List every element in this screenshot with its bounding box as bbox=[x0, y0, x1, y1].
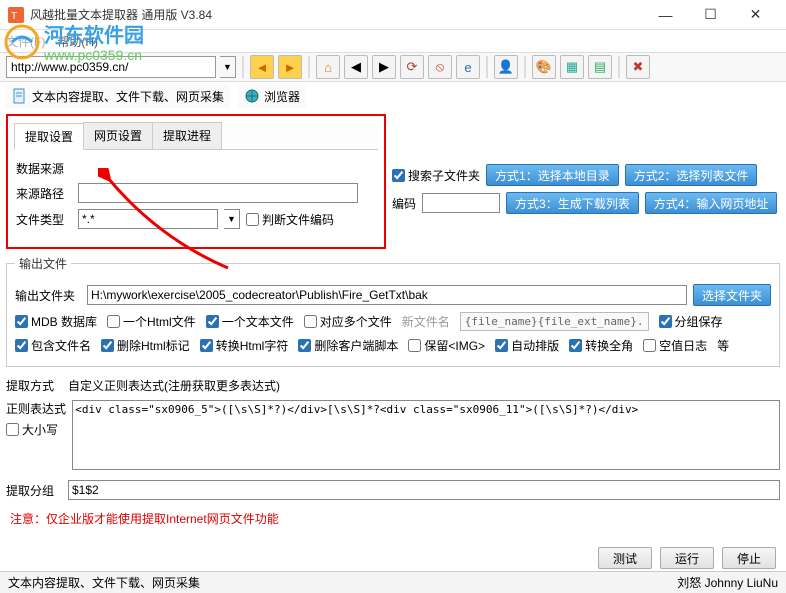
menubar: 文件(F) 帮助(H) bbox=[0, 30, 786, 52]
minimize-button[interactable]: — bbox=[643, 0, 688, 30]
chk-incname[interactable]: 包含文件名 bbox=[15, 337, 91, 354]
output-folder-input[interactable] bbox=[87, 285, 687, 305]
chk-onehtml[interactable]: 一个Html文件 bbox=[107, 313, 196, 330]
chk-more: 等 bbox=[717, 337, 729, 354]
admin-icon[interactable]: 👤 bbox=[494, 55, 518, 79]
prev-icon[interactable]: ◀ bbox=[344, 55, 368, 79]
output-folder-label: 输出文件夹 bbox=[15, 287, 81, 304]
go-fwd-icon[interactable]: ► bbox=[278, 55, 302, 79]
svg-text:T: T bbox=[11, 11, 17, 22]
source-path-input[interactable] bbox=[78, 183, 358, 203]
chk-delscript[interactable]: 删除客户端脚本 bbox=[298, 337, 398, 354]
chk-blankdate[interactable]: 空值日志 bbox=[643, 337, 707, 354]
tab-extract-settings[interactable]: 提取设置 bbox=[14, 123, 84, 150]
titlebar: T 风越批量文本提取器 通用版 V3.84 — ☐ ✕ bbox=[0, 0, 786, 30]
chk-keepimg[interactable]: 保留<IMG> bbox=[408, 337, 485, 354]
subtab-main-label: 文本内容提取、文件下载、网页采集 bbox=[32, 88, 224, 105]
enterprise-note: 注意：仅企业版才能使用提取Internet网页文件功能 bbox=[6, 510, 780, 527]
stop-icon[interactable]: ⦸ bbox=[428, 55, 452, 79]
regex-label: 正则表达式 bbox=[6, 400, 66, 417]
run-button[interactable]: 运行 bbox=[660, 547, 714, 569]
highlight-box: 提取设置 网页设置 提取进程 数据来源 来源路径 文件类型 ▼ 判断文件编码 bbox=[6, 114, 386, 249]
chk-deltag[interactable]: 删除Html标记 bbox=[101, 337, 190, 354]
url-dropdown[interactable]: ▼ bbox=[220, 56, 236, 78]
tool2-icon[interactable]: ▤ bbox=[588, 55, 612, 79]
choose-folder-button[interactable]: 选择文件夹 bbox=[693, 284, 771, 306]
tab-web-settings[interactable]: 网页设置 bbox=[83, 122, 153, 149]
subtab-main[interactable]: 文本内容提取、文件下载、网页采集 bbox=[6, 85, 230, 108]
delete-icon[interactable]: ✖ bbox=[626, 55, 650, 79]
file-type-label: 文件类型 bbox=[16, 211, 72, 228]
inner-tabs: 提取设置 网页设置 提取进程 bbox=[14, 122, 378, 150]
mode1-button[interactable]: 方式1：选择本地目录 bbox=[486, 164, 619, 186]
tool1-icon[interactable]: ▦ bbox=[560, 55, 584, 79]
app-icon: T bbox=[8, 7, 24, 23]
chk-onetxt[interactable]: 一个文本文件 bbox=[206, 313, 294, 330]
chk-mdb[interactable]: MDB 数据库 bbox=[15, 313, 97, 330]
go-back-icon[interactable]: ◄ bbox=[250, 55, 274, 79]
mode3-button[interactable]: 方式3：生成下载列表 bbox=[506, 192, 639, 214]
file-type-dropdown[interactable]: ▼ bbox=[224, 209, 240, 229]
menu-help[interactable]: 帮助(H) bbox=[57, 33, 98, 50]
chk-conv[interactable]: 转换Html字符 bbox=[200, 337, 289, 354]
source-path-label: 来源路径 bbox=[16, 185, 72, 202]
palette-icon[interactable]: 🎨 bbox=[532, 55, 556, 79]
stop-button[interactable]: 停止 bbox=[722, 547, 776, 569]
newfile-label: 新文件名 bbox=[402, 313, 450, 330]
doc-icon bbox=[12, 88, 28, 104]
search-subfolder[interactable]: 搜索子文件夹 bbox=[392, 167, 480, 184]
sub-tabbar: 文本内容提取、文件下载、网页采集 浏览器 bbox=[0, 82, 786, 110]
status-left: 文本内容提取、文件下载、网页采集 bbox=[8, 574, 677, 591]
group-input[interactable] bbox=[68, 480, 780, 500]
url-input[interactable] bbox=[6, 56, 216, 78]
home-icon[interactable]: ⌂ bbox=[316, 55, 340, 79]
ie-icon[interactable]: e bbox=[456, 55, 480, 79]
newfile-pattern: {file_name}{file_ext_name}. bbox=[460, 312, 649, 331]
output-fieldset: 输出文件 输出文件夹 选择文件夹 MDB 数据库 一个Html文件 一个文本文件… bbox=[6, 255, 780, 367]
regex-input[interactable] bbox=[72, 400, 780, 470]
window-title: 风越批量文本提取器 通用版 V3.84 bbox=[30, 6, 643, 23]
menu-file[interactable]: 文件(F) bbox=[6, 33, 45, 50]
next-icon[interactable]: ▶ bbox=[372, 55, 396, 79]
subtab-browser-label: 浏览器 bbox=[264, 88, 300, 105]
mode4-button[interactable]: 方式4：输入网页地址 bbox=[645, 192, 778, 214]
chk-group[interactable]: 分组保存 bbox=[659, 313, 723, 330]
test-button[interactable]: 测试 bbox=[598, 547, 652, 569]
chk-case[interactable]: 大小写 bbox=[6, 421, 66, 438]
extract-method-label: 提取方式 bbox=[6, 377, 62, 394]
tab-progress[interactable]: 提取进程 bbox=[152, 122, 222, 149]
check-encoding[interactable]: 判断文件编码 bbox=[246, 211, 334, 228]
encoding-input[interactable] bbox=[422, 193, 500, 213]
maximize-button[interactable]: ☐ bbox=[688, 0, 733, 30]
close-button[interactable]: ✕ bbox=[733, 0, 778, 30]
globe-icon bbox=[244, 88, 260, 104]
toolbar: ▼ ◄ ► ⌂ ◀ ▶ ⟳ ⦸ e 👤 🎨 ▦ ▤ ✖ bbox=[0, 52, 786, 82]
action-bar: 测试 运行 停止 bbox=[598, 547, 776, 569]
mode2-button[interactable]: 方式2：选择列表文件 bbox=[625, 164, 758, 186]
chk-multi[interactable]: 对应多个文件 bbox=[304, 313, 392, 330]
source-legend: 数据来源 bbox=[16, 160, 376, 177]
refresh-icon[interactable]: ⟳ bbox=[400, 55, 424, 79]
extract-method-value: 自定义正则表达式(注册获取更多表达式) bbox=[68, 377, 280, 394]
statusbar: 文本内容提取、文件下载、网页采集 刘怒 Johnny LiuNu bbox=[0, 571, 786, 593]
chk-autolayout[interactable]: 自动排版 bbox=[495, 337, 559, 354]
status-right: 刘怒 Johnny LiuNu bbox=[677, 574, 778, 591]
subtab-browser[interactable]: 浏览器 bbox=[238, 85, 306, 108]
file-type-select[interactable] bbox=[78, 209, 218, 229]
group-label: 提取分组 bbox=[6, 482, 62, 499]
encoding-label: 编码 bbox=[392, 195, 416, 212]
main-area: 提取设置 网页设置 提取进程 数据来源 来源路径 文件类型 ▼ 判断文件编码 bbox=[0, 110, 786, 531]
chk-convfull[interactable]: 转换全角 bbox=[569, 337, 633, 354]
output-legend: 输出文件 bbox=[15, 255, 71, 272]
